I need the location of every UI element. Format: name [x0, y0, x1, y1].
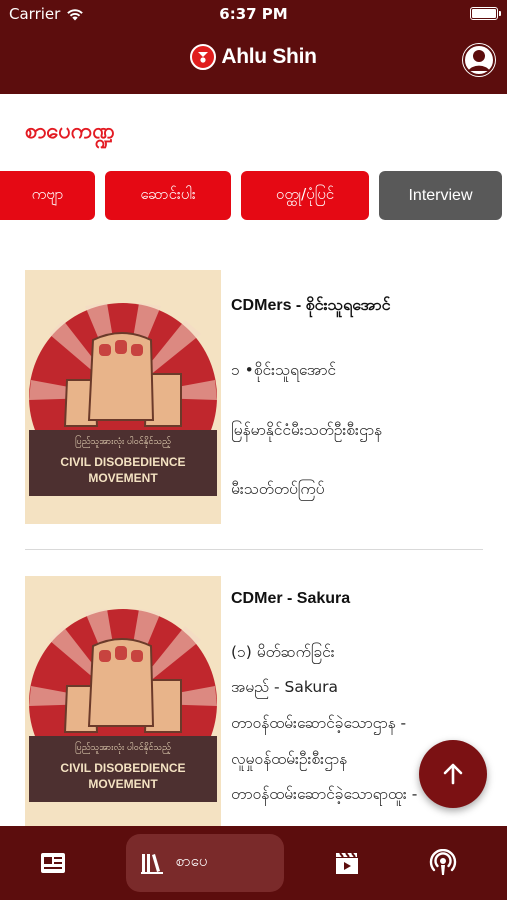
- fist-logo-icon: [190, 44, 217, 70]
- scroll-to-top-button[interactable]: [419, 740, 487, 808]
- profile-icon[interactable]: [462, 43, 496, 77]
- article-thumbnail: ပြည်သူအားလုံး ပါဝင်နိုင်သည့် CIVIL DISOB…: [25, 576, 221, 826]
- video-icon: [336, 852, 358, 874]
- nav-literature-label: စာပေ: [176, 852, 208, 870]
- article-line: လူမှုဝန်ထမ်းဦးစီးဌာန: [231, 750, 348, 768]
- battery-icon: [470, 7, 501, 20]
- article-card[interactable]: ပြည်သူအားလုံး ပါဝင်နိုင်သည့် CIVIL DISOB…: [25, 576, 483, 826]
- arrow-up-icon: [443, 763, 463, 785]
- page-title: စာပေကဏ္ဍ: [25, 119, 115, 144]
- article-line: မီးသတ်တပ်ကြပ်: [231, 480, 325, 498]
- tab-poem[interactable]: ကဗျာ: [0, 171, 95, 220]
- library-icon: [141, 854, 163, 874]
- brand: Ahlu Shin: [0, 44, 507, 70]
- clock: 6:37 PM: [219, 5, 288, 23]
- nav-podcast[interactable]: [410, 826, 476, 900]
- article-line: တာဝန်ထမ်းဆောင်ခဲ့သောရာထူး -: [231, 785, 418, 803]
- thumbnail-caption-sub: MOVEMENT: [88, 471, 158, 485]
- category-tabs: ကဗျာ ဆောင်းပါး ဝတ္ထု/ပုံပြင် Interview: [0, 171, 507, 221]
- thumbnail-caption-top: ပြည်သူအားလုံး ပါဝင်နိုင်သည့်: [75, 741, 171, 754]
- thumbnail-caption-top: ပြည်သူအားလုံး ပါဝင်နိုင်သည့်: [75, 435, 171, 448]
- tab-interview[interactable]: Interview: [379, 171, 502, 220]
- app-header: Carrier 6:37 PM Ahlu Shin: [0, 0, 507, 94]
- article-line: တာဝန်ထမ်းဆောင်ခဲ့သောဌာန -: [231, 714, 407, 732]
- article-line: ၁ •စိုင်းသူရအောင်: [231, 361, 336, 379]
- thumbnail-caption-sub: MOVEMENT: [88, 777, 158, 791]
- article-title: CDMer - Sakura: [231, 590, 351, 607]
- article-title: CDMers - စိုင်းသူရအောင်: [231, 297, 391, 314]
- divider: [25, 549, 483, 550]
- podcast-icon: [429, 849, 457, 875]
- tab-article[interactable]: ဆောင်းပါး: [105, 171, 231, 220]
- nav-news[interactable]: [20, 826, 86, 900]
- bottom-nav: စာပေ: [0, 826, 507, 900]
- article-line: အမည် - Sakura: [231, 678, 339, 696]
- nav-literature[interactable]: စာပေ: [126, 834, 284, 892]
- app-name: Ahlu Shin: [221, 45, 317, 68]
- tab-story[interactable]: ဝတ္ထု/ပုံပြင်: [241, 171, 369, 220]
- article-card[interactable]: ပြည်သူအားလုံး ပါဝင်နိုင်သည့် CIVIL DISOB…: [25, 270, 483, 530]
- nav-video[interactable]: [314, 826, 380, 900]
- article-line: မြန်မာနိုင်ငံမီးသတ်ဦးစီးဌာန: [231, 421, 382, 439]
- thumbnail-caption-main: CIVIL DISOBEDIENCE: [60, 761, 185, 775]
- news-icon: [41, 853, 65, 873]
- status-bar: Carrier 6:37 PM: [0, 0, 507, 28]
- thumbnail-caption-main: CIVIL DISOBEDIENCE: [60, 455, 185, 469]
- article-thumbnail: ပြည်သူအားလုံး ပါဝင်နိုင်သည့် CIVIL DISOB…: [25, 270, 221, 524]
- article-line: (၁) မိတ်ဆက်ခြင်း: [231, 643, 335, 661]
